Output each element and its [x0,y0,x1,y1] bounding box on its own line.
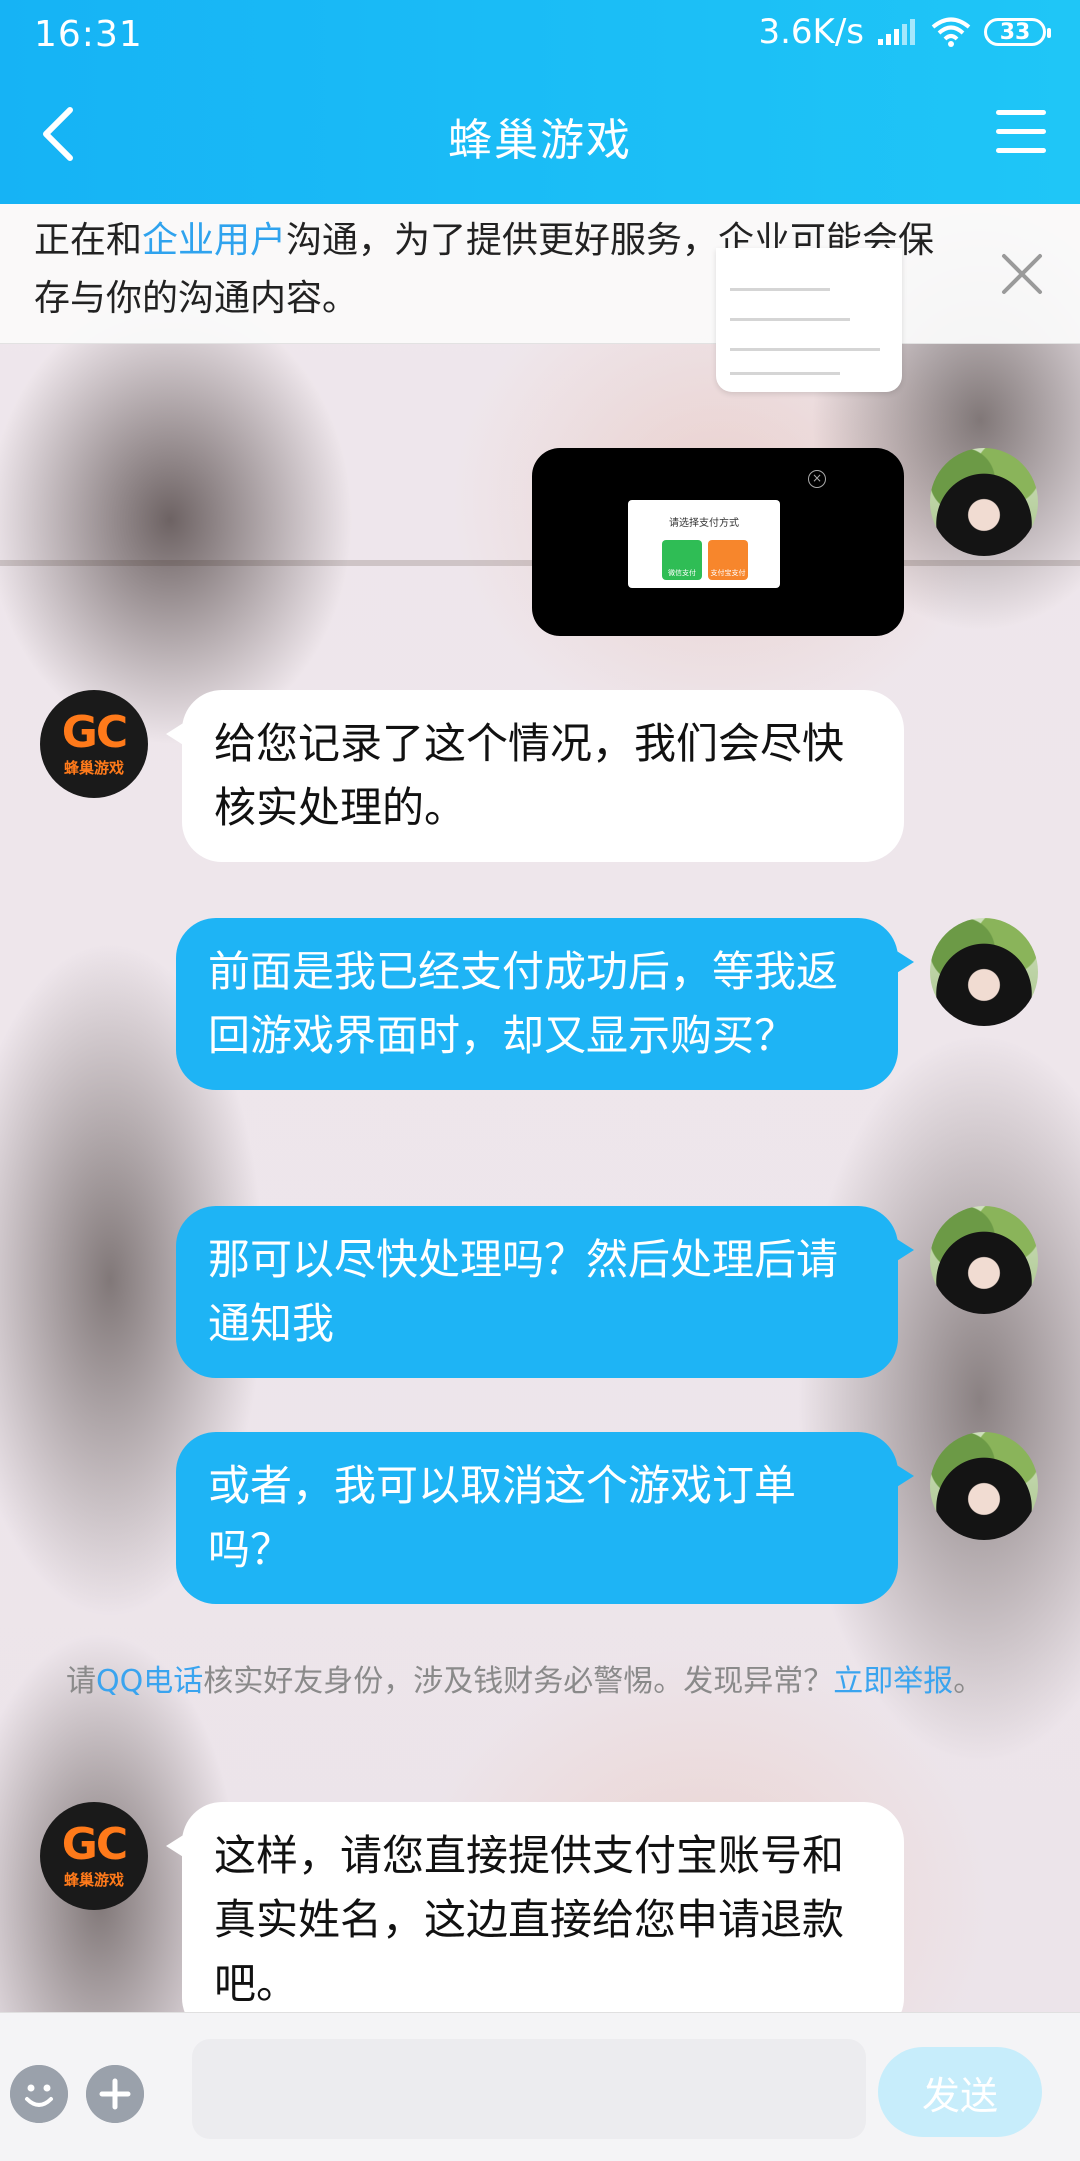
gc-name: 蜂巢游戏 [63,1870,124,1889]
safety-middle: 核实好友身份，涉及钱财务必警惕。发现异常？ [203,1664,834,1699]
message-input[interactable] [192,2039,866,2139]
message-bubble-received[interactable]: 给您记录了这个情况，我们会尽快核实处理的。 [166,690,904,862]
business-avatar[interactable]: GC 蜂巢游戏 [40,1802,148,1910]
message-bubble-received[interactable]: 这样，请您直接提供支付宝账号和真实姓名，这边直接给您申请退款吧。 [166,1802,904,2038]
message-bubble-sent[interactable]: 那可以尽快处理吗？然后处理后请通知我 [176,1206,914,1378]
send-button[interactable]: 发送 [878,2047,1042,2137]
emoji-icon[interactable] [10,2065,68,2123]
popup-title: 请选择支付方式 [669,518,739,529]
alipay-option: 支付宝支付 [708,540,748,580]
user-avatar[interactable] [930,1432,1038,1540]
input-bar: 发送 [0,2012,1080,2161]
fragment-line [730,318,850,321]
safety-tip: 请QQ电话核实好友身份，涉及钱财务必警惕。发现异常？立即举报。 [66,1660,1006,1704]
business-notice-banner: 正在和企业用户沟通，为了提供更好服务，企业可能会保存与你的沟通内容。 [0,204,1080,344]
network-speed: 3.6K/s [758,12,864,52]
gc-name: 蜂巢游戏 [63,758,124,777]
user-avatar[interactable] [930,1206,1038,1314]
notice-prefix: 正在和 [34,220,143,261]
report-link[interactable]: 立即举报 [833,1664,953,1699]
battery-level: 33 [999,19,1031,45]
signal-icon [878,19,915,45]
fragment-line [730,288,830,291]
chat-title: 蜂巢游戏 [448,115,632,166]
safety-suffix: 。 [953,1664,984,1699]
plus-icon[interactable] [86,2065,144,2123]
top-bar: 16:31 3.6K/s 33 蜂巢游戏 [0,0,1080,204]
business-avatar[interactable]: GC 蜂巢游戏 [40,690,148,798]
popup-close-icon: × [808,470,826,488]
close-icon[interactable] [992,244,1052,304]
status-icons: 3.6K/s 33 [758,12,1051,52]
user-avatar[interactable] [930,918,1038,1026]
gc-logo: GC [61,706,128,758]
image-message-fragment[interactable] [716,248,902,392]
menu-icon[interactable] [996,110,1046,154]
message-bubble-sent[interactable]: 或者，我可以取消这个游戏订单吗？ [176,1432,914,1604]
wechat-pay-option: 微信支付 [662,540,702,580]
fragment-line [730,348,880,351]
message-bubble-sent[interactable]: 前面是我已经支付成功后，等我返回游戏界面时，却又显示购买？ [176,918,914,1090]
status-time: 16:31 [34,14,143,55]
payment-method-popup: 请选择支付方式 微信支付 支付宝支付 [628,500,780,588]
gc-logo: GC [61,1818,128,1870]
battery-icon: 33 [984,18,1051,46]
wifi-icon [931,17,971,47]
user-avatar[interactable] [930,448,1038,556]
safety-prefix: 请 [66,1664,96,1699]
qq-call-link[interactable]: QQ电话 [96,1664,203,1699]
fragment-line [730,372,840,375]
image-message-payment-screenshot[interactable]: × 请选择支付方式 微信支付 支付宝支付 [532,448,904,636]
enterprise-user-link[interactable]: 企业用户 [142,220,286,261]
